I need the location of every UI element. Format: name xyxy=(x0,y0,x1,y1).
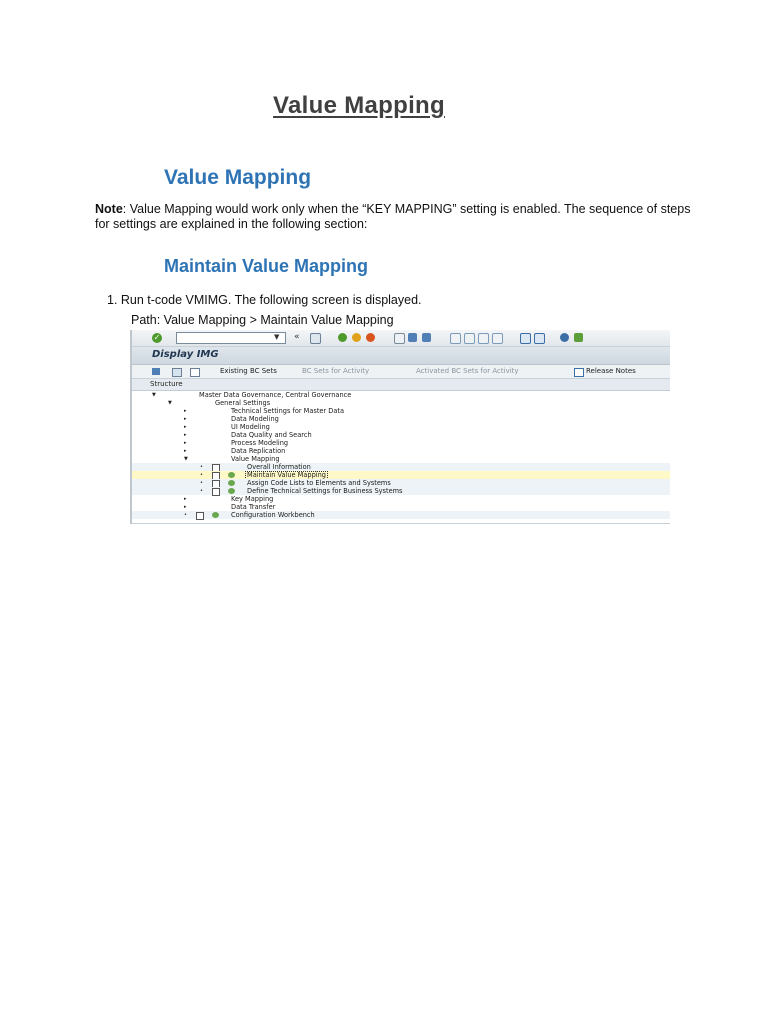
expand-arrow-icon[interactable]: ▸ xyxy=(184,423,187,431)
execute-icon[interactable] xyxy=(212,512,219,518)
back-icon[interactable] xyxy=(338,333,347,342)
tree-row[interactable]: ▸ Data Replication xyxy=(132,447,670,455)
execute-icon[interactable] xyxy=(228,472,235,478)
tree-row[interactable]: ▼ Value Mapping xyxy=(132,455,670,463)
bc-sets-for-activity-button[interactable]: BC Sets for Activity xyxy=(302,367,369,375)
help-icon[interactable] xyxy=(560,333,569,342)
tree-node-label: Configuration Workbench xyxy=(231,511,315,519)
tree-row[interactable]: ▸ Data Transfer xyxy=(132,503,670,511)
tree-node-label: Technical Settings for Master Data xyxy=(231,407,345,415)
release-notes-button[interactable]: Release Notes xyxy=(586,367,636,375)
tree-row[interactable]: ▸ Technical Settings for Master Data xyxy=(132,407,670,415)
bullet-icon: • xyxy=(200,464,203,470)
cancel-icon[interactable] xyxy=(366,333,375,342)
tree-row[interactable]: ▼ Master Data Governance, Central Govern… xyxy=(132,391,670,399)
tree-node-label: Data Modeling xyxy=(231,415,279,423)
expand-arrow-icon[interactable]: ▸ xyxy=(184,407,187,415)
expand-arrow-icon[interactable]: ▸ xyxy=(184,495,187,503)
expand-icon[interactable] xyxy=(152,368,160,375)
tree-node-label: Data Replication xyxy=(231,447,286,455)
expand-arrow-icon[interactable]: ▸ xyxy=(184,439,187,447)
tree-row[interactable]: • Assign Code Lists to Elements and Syst… xyxy=(132,479,670,488)
last-page-icon[interactable] xyxy=(492,333,503,344)
exit-icon[interactable] xyxy=(352,333,361,342)
execute-icon[interactable] xyxy=(228,488,235,494)
tree-row[interactable]: • Maintain Value Mapping xyxy=(132,471,670,480)
previous-page-icon[interactable] xyxy=(464,333,475,344)
tree-row[interactable]: ▼ General Settings xyxy=(132,399,670,407)
note-paragraph: Note: Value Mapping would work only when… xyxy=(95,202,695,232)
execute-icon[interactable] xyxy=(228,480,235,486)
bullet-icon: • xyxy=(184,512,187,518)
tree-node-label: Assign Code Lists to Elements and System… xyxy=(247,479,391,487)
tree-row[interactable]: • Configuration Workbench xyxy=(132,511,670,520)
collapse-arrow-icon[interactable]: ▼ xyxy=(168,399,172,407)
tree-row[interactable]: ▸ Process Modeling xyxy=(132,439,670,447)
activated-bc-sets-button[interactable]: Activated BC Sets for Activity xyxy=(416,367,519,375)
expand-arrow-icon[interactable]: ▸ xyxy=(184,415,187,423)
sap-screenshot: ✓ ▼ « Display IMG Existing BC Sets BC Se… xyxy=(130,330,670,524)
tree-node-label: UI Modeling xyxy=(231,423,270,431)
path-text: Path: Value Mapping > Maintain Value Map… xyxy=(131,313,394,327)
bullet-icon: • xyxy=(200,472,203,478)
sap-system-toolbar: ✓ ▼ « xyxy=(132,330,670,347)
tree-row[interactable]: • Overall Information xyxy=(132,463,670,472)
next-page-icon[interactable] xyxy=(478,333,489,344)
tree-icon[interactable] xyxy=(172,368,182,377)
command-field[interactable] xyxy=(176,332,286,344)
shortcut-icon[interactable] xyxy=(534,333,545,344)
tree-row[interactable]: ▸ Data Quality and Search xyxy=(132,431,670,439)
tree-node-label: Data Quality and Search xyxy=(231,431,312,439)
structure-header-label: Structure xyxy=(150,380,183,388)
existing-bc-sets-button[interactable]: Existing BC Sets xyxy=(220,367,277,375)
chevron-down-icon[interactable]: ▼ xyxy=(274,333,279,341)
tree-node-label: Define Technical Settings for Business S… xyxy=(247,487,403,495)
note-text: : Value Mapping would work only when the… xyxy=(95,202,691,231)
tree-node-label: General Settings xyxy=(215,399,271,407)
note-label: Note xyxy=(95,202,123,216)
tree-row[interactable]: • Define Technical Settings for Business… xyxy=(132,487,670,496)
sap-bottom-border xyxy=(132,523,670,524)
first-page-icon[interactable] xyxy=(450,333,461,344)
tree-row[interactable]: ▸ UI Modeling xyxy=(132,423,670,431)
sap-window-title: Display IMG xyxy=(152,349,219,360)
release-notes-icon xyxy=(574,368,584,377)
new-session-icon[interactable] xyxy=(520,333,531,344)
section-heading-value-mapping: Value Mapping xyxy=(164,166,312,189)
tree-node-label: Value Mapping xyxy=(231,455,280,463)
tree-node-label: Process Modeling xyxy=(231,439,289,447)
print-icon[interactable] xyxy=(394,333,405,344)
sap-application-toolbar: Existing BC Sets BC Sets for Activity Ac… xyxy=(132,365,670,379)
structure-header: Structure xyxy=(132,379,670,391)
find-next-icon[interactable] xyxy=(422,333,431,342)
tree-node-label: Master Data Governance, Central Governan… xyxy=(199,391,352,399)
tree-node-label: Key Mapping xyxy=(231,495,274,503)
save-icon[interactable] xyxy=(310,333,321,344)
back-nav-icon[interactable]: « xyxy=(294,332,300,342)
tree-node-label: Data Transfer xyxy=(231,503,276,511)
expand-arrow-icon[interactable]: ▸ xyxy=(184,431,187,439)
document-icon[interactable] xyxy=(196,512,204,520)
bullet-icon: • xyxy=(200,488,203,494)
collapse-arrow-icon[interactable]: ▼ xyxy=(152,391,156,399)
tree-row[interactable]: ▸ Data Modeling xyxy=(132,415,670,423)
document-title: Value Mapping xyxy=(273,92,445,119)
collapse-arrow-icon[interactable]: ▼ xyxy=(184,455,188,463)
section-heading-maintain-value-mapping: Maintain Value Mapping xyxy=(164,256,369,276)
bullet-icon: • xyxy=(200,480,203,486)
expand-arrow-icon[interactable]: ▸ xyxy=(184,503,187,511)
customize-layout-icon[interactable] xyxy=(574,333,583,342)
tree-node-label: Overall Information xyxy=(247,463,311,471)
tree-row[interactable]: ▸ Key Mapping xyxy=(132,495,670,503)
document-icon[interactable] xyxy=(190,368,200,377)
find-icon[interactable] xyxy=(408,333,417,342)
step-1-text: 1. Run t-code VMIMG. The following scree… xyxy=(107,293,422,307)
enter-check-icon[interactable]: ✓ xyxy=(152,333,162,343)
expand-arrow-icon[interactable]: ▸ xyxy=(184,447,187,455)
